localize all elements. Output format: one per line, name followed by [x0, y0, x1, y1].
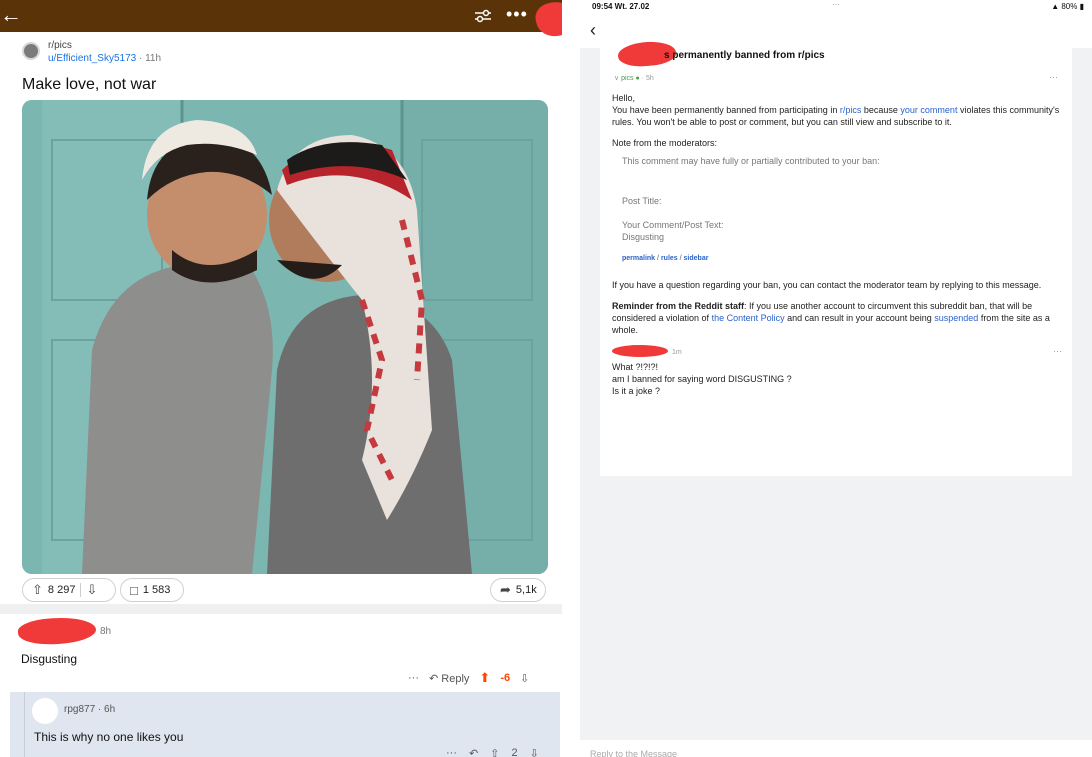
screenshot-root: ← ••• r/pics u/Efficient_Sky5173 · 11h M…: [0, 0, 1092, 757]
ban-mid: because: [863, 105, 898, 115]
downvote-icon[interactable]: ⇩: [86, 582, 97, 598]
comment-count: 1 583: [142, 584, 171, 596]
comment-text: Disgusting: [21, 652, 78, 666]
post-actions-bar: ⇧ 8 297 ⇩ □ 1 583 ➦ 5,1k: [22, 578, 548, 602]
reply-text: This is why no one likes you: [34, 730, 184, 744]
post-author[interactable]: u/Efficient_Sky5173: [48, 53, 136, 64]
moderator-note: This comment may have fully or partially…: [622, 155, 1064, 243]
share-icon: ➦: [500, 582, 511, 597]
reply-line: What ?!?!?!: [612, 362, 659, 372]
rules-link[interactable]: rules: [661, 255, 678, 262]
battery-level: 80%: [1061, 2, 1078, 11]
more-icon[interactable]: ···: [1053, 345, 1062, 357]
battery-indicator: ▲ 80% ▮: [1051, 2, 1084, 11]
user-reply-header: 1m ···: [612, 345, 1064, 359]
more-icon[interactable]: ···: [1049, 72, 1058, 82]
sub-link[interactable]: r/pics: [840, 105, 862, 115]
message-card: s permanently banned from r/pics ∨ pics …: [600, 39, 1072, 476]
permalink-link[interactable]: permalink: [622, 255, 655, 262]
avatar[interactable]: [32, 698, 58, 724]
note-comment-value: Disgusting: [622, 232, 665, 242]
post-image[interactable]: [22, 100, 548, 574]
section-separator: [0, 604, 562, 614]
reddit-post-panel: ← ••• r/pics u/Efficient_Sky5173 · 11h M…: [0, 0, 562, 757]
post-topbar: ← •••: [0, 0, 562, 40]
ban-message-panel: 09:54 Wt. 27.02 ··· ▲ 80% ▮ ‹ s permanen…: [580, 0, 1092, 757]
greeting: Hello,: [612, 93, 636, 103]
more-icon[interactable]: •••: [506, 4, 528, 25]
post-author-line: u/Efficient_Sky5173 · 11h: [48, 53, 162, 64]
ban-intro: You have been permanently banned from pa…: [612, 105, 838, 115]
redaction-mark: [532, 0, 562, 40]
comment-link[interactable]: your comment: [900, 105, 957, 115]
downvote-icon[interactable]: ⇩: [530, 747, 539, 757]
redacted-username: [17, 615, 97, 647]
back-arrow-icon[interactable]: ←: [0, 3, 22, 27]
staff-label: Reminder from the Reddit staff: [612, 301, 745, 311]
note-label: Note from the moderators:: [612, 138, 718, 148]
reply-icon[interactable]: ↶: [469, 747, 478, 757]
reply-button[interactable]: ↶ Reply: [429, 672, 469, 685]
filter-icon[interactable]: [474, 8, 492, 24]
status-dots: ···: [832, 0, 840, 9]
comment-age: 8h: [100, 626, 112, 637]
share-button[interactable]: ➦ 5,1k: [490, 578, 546, 602]
message-subreddit[interactable]: pics: [621, 75, 633, 82]
subreddit-avatar[interactable]: [22, 42, 40, 60]
note-line: This comment may have fully or partially…: [622, 156, 880, 166]
staff-reminder: Reminder from the Reddit staff: If you u…: [612, 300, 1064, 336]
message-intro: Hello, You have been permanently banned …: [612, 92, 1064, 128]
upvote-icon[interactable]: ⬆: [479, 670, 490, 686]
vote-divider: [80, 583, 82, 597]
mod-shield-icon: ●: [635, 75, 640, 82]
reply-username[interactable]: rpg877 · 6h: [64, 704, 115, 715]
post-title[interactable]: Make love, not war: [22, 76, 156, 94]
reply-line: am I banned for saying word DISGUSTING ?: [612, 374, 792, 384]
vote-pill: ⇧ 8 297 ⇩: [22, 578, 116, 602]
reply-icon: ↶: [429, 672, 439, 685]
reply-comment: rpg877 · 6h This is why no one likes you…: [10, 692, 560, 757]
user-reply-age: 1m: [672, 349, 682, 356]
thread-line[interactable]: [24, 692, 25, 757]
comments-button[interactable]: □ 1 583: [120, 578, 184, 602]
subreddit-name[interactable]: r/pics: [48, 40, 72, 51]
comment-icon: □: [130, 582, 138, 598]
comment: 8h Disgusting ··· ↶ Reply ⬆ -6 ⇩: [0, 614, 562, 692]
reply-placeholder: Reply to the Message: [590, 749, 678, 757]
suspended-link[interactable]: suspended: [934, 313, 978, 323]
staff-text-2: and can result in your account being: [787, 313, 932, 323]
redacted-username: [612, 345, 668, 357]
more-icon[interactable]: ···: [446, 747, 457, 757]
status-bar: 09:54 Wt. 27.02 ··· ▲ 80% ▮: [580, 0, 1092, 14]
message-meta: ∨ pics ● · 5h: [614, 75, 654, 82]
note-post-title: Post Title:: [622, 196, 662, 206]
reply-actions: ··· ↶ ⇧ 2 ⇩: [446, 747, 539, 757]
reply-score: 2: [511, 747, 518, 757]
battery-icon: ▮: [1079, 2, 1084, 11]
post-age: 11h: [145, 53, 162, 64]
wifi-icon: ▲: [1051, 2, 1060, 11]
comment-actions: ··· ↶ Reply ⬆ -6 ⇩: [408, 670, 529, 686]
message-age: 5h: [645, 75, 654, 82]
more-icon[interactable]: ···: [408, 672, 419, 684]
message-subject: s permanently banned from r/pics: [664, 50, 825, 61]
chevron-left-icon[interactable]: ‹: [590, 20, 596, 41]
message-body: Hello, You have been permanently banned …: [612, 92, 1064, 397]
reply-input[interactable]: Reply to the Message: [580, 740, 1092, 757]
content-policy-link[interactable]: the Content Policy: [712, 313, 785, 323]
upvote-icon[interactable]: ⇧: [490, 747, 499, 757]
note-comment-label: Your Comment/Post Text:: [622, 220, 724, 230]
share-count: 5,1k: [515, 584, 537, 596]
comment-score: -6: [500, 672, 511, 684]
reply-line: Is it a joke ?: [612, 386, 661, 396]
mod-links: permalink / rules / sidebar: [622, 255, 709, 262]
status-time: 09:54 Wt. 27.02: [592, 2, 650, 11]
upvote-icon[interactable]: ⇧: [32, 582, 43, 598]
question-text: If you have a question regarding your ba…: [612, 280, 1042, 290]
sidebar-link[interactable]: sidebar: [684, 255, 709, 262]
reply-label: Reply: [441, 672, 470, 685]
user-reply: What ?!?!?! am I banned for saying word …: [612, 361, 1064, 397]
downvote-icon[interactable]: ⇩: [520, 672, 529, 685]
upvote-count: 8 297: [47, 584, 76, 596]
